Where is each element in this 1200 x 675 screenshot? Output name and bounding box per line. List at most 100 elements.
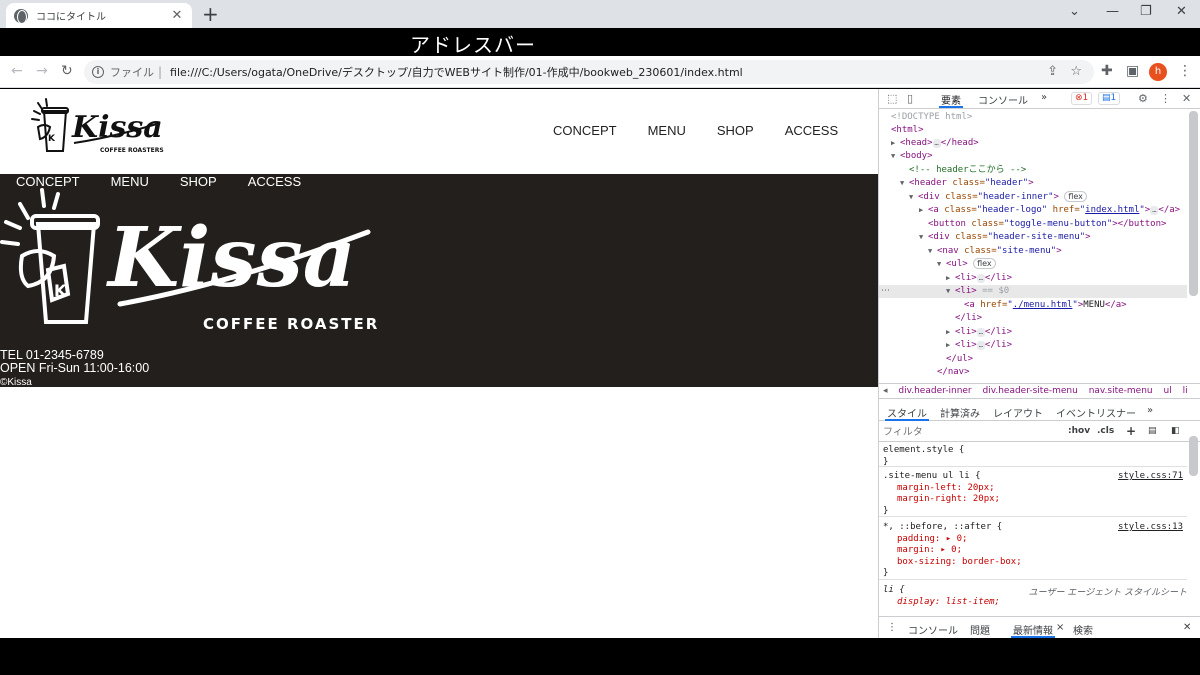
dom-header[interactable]: ▼ <header class="header">	[900, 177, 1034, 190]
hov-toggle[interactable]: :hov	[1068, 426, 1090, 436]
dom-tree[interactable]: <!DOCTYPE html> <html> ▶ <head>… </head> ▼…	[879, 110, 1187, 382]
drawer-tab-console[interactable]: コンソール	[908, 622, 958, 637]
collapse-triangle-icon[interactable]: ▼	[919, 231, 928, 244]
dom-ul-close[interactable]: </ul>	[946, 353, 973, 366]
bookmark-star-icon[interactable]: ☆	[1070, 64, 1082, 79]
expand-triangle-icon[interactable]: ▶	[891, 137, 900, 150]
dom-button-toggle[interactable]: <button class="toggle-menu-button"></but…	[928, 218, 1166, 231]
rule-source-link[interactable]: style.css:71	[1118, 471, 1183, 481]
header-nav-shop[interactable]: SHOP	[717, 123, 754, 138]
share-icon[interactable]: ⇪	[1047, 64, 1058, 79]
dom-li-selected[interactable]: ▼ <li> == $0	[879, 285, 1187, 298]
rule-property[interactable]: margin-right: 20px;	[897, 494, 1183, 506]
message-badge[interactable]: ▤1	[1098, 92, 1121, 105]
drawer-tab-whats-new[interactable]: 最新情報	[1011, 622, 1055, 638]
inspect-element-icon[interactable]: ⬚	[887, 92, 897, 105]
collapse-triangle-icon[interactable]: ▼	[937, 258, 946, 271]
collapse-triangle-icon[interactable]: ▼	[900, 177, 909, 190]
more-style-tabs-button[interactable]: »	[1147, 405, 1153, 416]
header-nav-menu[interactable]: MENU	[648, 123, 686, 138]
dom-li-3[interactable]: ▶ <li>… </li>	[946, 326, 1012, 339]
rule-property[interactable]: box-sizing: border-box;	[897, 557, 1183, 569]
styles-scrollbar[interactable]	[1189, 436, 1198, 476]
rule-property[interactable]: padding: ▸ 0;	[897, 534, 1183, 546]
cls-toggle[interactable]: .cls	[1097, 426, 1114, 436]
dom-href-link[interactable]: ./menu.html	[1013, 300, 1073, 310]
info-icon[interactable]: i	[92, 66, 104, 78]
tab-elements[interactable]: 要素	[939, 92, 963, 108]
expand-triangle-icon[interactable]: ▶	[946, 326, 955, 339]
error-badge[interactable]: ⊗1	[1071, 92, 1093, 105]
dom-doctype[interactable]: <!DOCTYPE html>	[891, 111, 972, 124]
settings-gear-icon[interactable]: ⚙	[1138, 92, 1148, 105]
styles-filter-input[interactable]	[883, 425, 1059, 439]
ellipsis-badge[interactable]: …	[976, 274, 985, 283]
dom-li-end[interactable]: </li>	[955, 312, 982, 325]
expand-triangle-icon[interactable]: ▶	[946, 272, 955, 285]
url-text[interactable]: file:///C:/Users/ogata/OneDrive/デスクトップ/自…	[170, 64, 743, 80]
dom-html[interactable]: <html>	[891, 124, 924, 137]
ellipsis-badge[interactable]: …	[976, 341, 985, 350]
extensions-puzzle-icon[interactable]: ✚	[1101, 63, 1113, 79]
rule-property[interactable]: margin: ▸ 0;	[897, 545, 1183, 557]
collapse-triangle-icon[interactable]: ▼	[946, 285, 955, 298]
dom-li-1[interactable]: ▶ <li>… </li>	[946, 272, 1012, 285]
collapse-triangle-icon[interactable]: ▼	[909, 191, 918, 204]
breadcrumb-div-header-inner[interactable]: div.header-inner	[898, 386, 971, 396]
dom-div-header-inner[interactable]: ▼ <div class="header-inner"> flex	[909, 191, 1087, 204]
breadcrumb-nav-site-menu[interactable]: nav.site-menu	[1089, 386, 1153, 396]
computed-sidebar-icon[interactable]: ◧	[1171, 426, 1180, 436]
flex-badge[interactable]: flex	[973, 258, 996, 269]
rule-source-link[interactable]: style.css:13	[1118, 522, 1183, 532]
dom-ul[interactable]: ▼ <ul> flex	[937, 258, 996, 271]
expand-triangle-icon[interactable]: ▶	[919, 204, 928, 217]
browser-tab[interactable]: ココにタイトル ✕	[6, 3, 192, 28]
dom-a-menu[interactable]: <a href="./menu.html">MENU</a>	[964, 299, 1127, 312]
dom-href-link[interactable]: index.html	[1085, 205, 1139, 215]
ellipsis-badge[interactable]: …	[932, 139, 941, 148]
dom-div-header-site-menu[interactable]: ▼ <div class="header-site-menu">	[919, 231, 1091, 244]
dom-comment[interactable]: <!-- headerここから -->	[909, 164, 1026, 177]
devtools-menu-icon[interactable]: ⋮	[1160, 92, 1171, 105]
dom-nav-site-menu[interactable]: ▼ <nav class="site-menu">	[928, 245, 1062, 258]
styles-pane[interactable]: element.style { } .site-menu ul li { sty…	[879, 443, 1187, 613]
dom-nav-close[interactable]: </nav>	[937, 366, 970, 379]
tab-search-chevron-icon[interactable]: ⌄	[1069, 4, 1080, 19]
restore-icon[interactable]: ❐	[1140, 4, 1152, 19]
flex-badge[interactable]: flex	[1064, 191, 1087, 202]
devtools-close-icon[interactable]: ✕	[1182, 92, 1191, 105]
reload-icon[interactable]: ↻	[61, 63, 73, 79]
tab-close-button[interactable]: ✕	[170, 8, 184, 23]
header-nav-concept[interactable]: CONCEPT	[553, 123, 617, 138]
expand-triangle-icon[interactable]: ▶	[946, 339, 955, 352]
tab-console[interactable]: コンソール	[978, 92, 1028, 107]
tab-layout[interactable]: レイアウト	[993, 405, 1043, 420]
collapse-triangle-icon[interactable]: ▼	[891, 150, 900, 163]
tab-styles[interactable]: スタイル	[885, 405, 929, 421]
dom-scrollbar[interactable]	[1189, 111, 1198, 296]
dom-head[interactable]: ▶ <head>… </head>	[891, 137, 979, 150]
menu-kebab-icon[interactable]: ⋮	[1178, 63, 1192, 79]
selected-row-dots-icon[interactable]: ⋯	[881, 286, 890, 296]
rule-user-agent-li[interactable]: li { ユーザー エージェント スタイルシート display: list-i…	[879, 583, 1187, 613]
side-panel-icon[interactable]: ▣	[1126, 63, 1139, 79]
new-rule-button[interactable]: +	[1126, 424, 1136, 438]
collapse-triangle-icon[interactable]: ▼	[928, 245, 937, 258]
dom-li-4[interactable]: ▶ <li>… </li>	[946, 339, 1012, 352]
rule-universal[interactable]: *, ::before, ::after { style.css:13 padd…	[879, 520, 1187, 580]
breadcrumb-div-header-site-menu[interactable]: div.header-site-menu	[983, 386, 1078, 396]
profile-avatar[interactable]: h	[1149, 63, 1167, 81]
drawer-tab-search[interactable]: 検索	[1073, 622, 1093, 637]
kissa-logo-small[interactable]: K Kissa COFFEE ROASTERS	[30, 97, 170, 161]
address-bar[interactable]: i ファイル | file:///C:/Users/ogata/OneDrive…	[84, 60, 1094, 84]
tab-computed[interactable]: 計算済み	[940, 405, 980, 420]
rule-site-menu-li[interactable]: .site-menu ul li { style.css:71 margin-l…	[879, 469, 1187, 517]
new-tab-button[interactable]: +	[202, 3, 219, 25]
breadcrumb-ul[interactable]: ul	[1164, 386, 1172, 396]
device-toolbar-icon[interactable]: ▯	[907, 92, 913, 105]
drawer-tab-close-button[interactable]: ×	[1056, 622, 1064, 633]
drawer-tab-issues[interactable]: 問題	[970, 622, 990, 637]
window-close-icon[interactable]: ✕	[1176, 4, 1187, 19]
more-tabs-button[interactable]: »	[1041, 92, 1047, 103]
dom-body[interactable]: ▼ <body>	[891, 150, 933, 163]
